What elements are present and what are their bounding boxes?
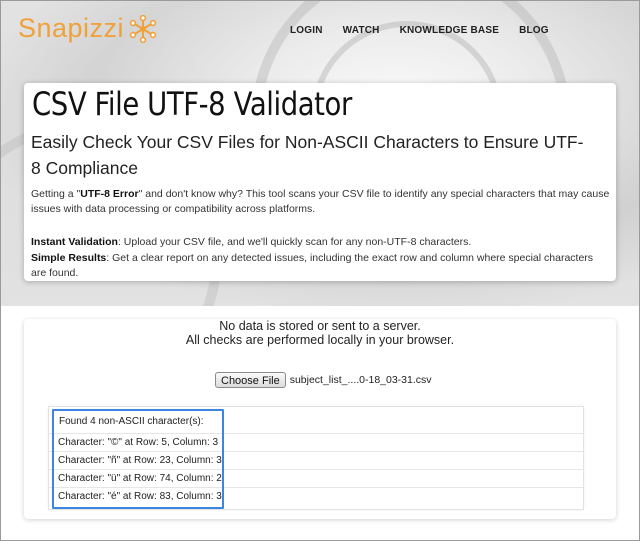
main-nav: LOGIN WATCH KNOWLEDGE BASE BLOG [290, 25, 569, 36]
utf8-error-label: UTF-8 Error [80, 188, 139, 200]
intro-card: CSV File UTF-8 Validator Easily Check Yo… [24, 83, 616, 281]
selected-file-name: subject_list_....0-18_03-31.csv [289, 374, 432, 386]
browser-frame: Snapizzi LOGIN WATCH KNOWLEDGE BASE BLOG… [0, 0, 640, 541]
intro-paragraph: Getting a "UTF-8 Error" and don't know w… [31, 188, 610, 215]
nav-watch[interactable]: WATCH [343, 25, 380, 36]
nav-login[interactable]: LOGIN [290, 25, 323, 36]
molecule-logo-icon [129, 14, 157, 43]
results-panel: Found 4 non-ASCII character(s): Characte… [48, 406, 584, 510]
validator-tool: No data is stored or sent to a server. A… [24, 319, 616, 519]
nav-blog[interactable]: BLOG [519, 25, 549, 36]
privacy-notice: No data is stored or sent to a server. A… [185, 319, 455, 347]
page-subtitle: Easily Check Your CSV Files for Non-ASCI… [31, 132, 584, 178]
choose-file-button[interactable]: Choose File [215, 372, 286, 388]
file-picker: Choose File subject_list_....0-18_03-31.… [215, 372, 432, 388]
hero-background: Snapizzi LOGIN WATCH KNOWLEDGE BASE BLOG… [1, 1, 639, 306]
logo-text: Snapizzi [18, 13, 125, 43]
page-title: CSV File UTF-8 Validator [32, 85, 352, 123]
results-highlight-box [52, 409, 224, 509]
feature-simple-results: Simple Results: Get a clear report on an… [31, 252, 594, 279]
nav-knowledge-base[interactable]: KNOWLEDGE BASE [400, 25, 499, 36]
site-logo[interactable]: Snapizzi [18, 13, 157, 44]
feature-instant-validation: Instant Validation: Upload your CSV file… [31, 236, 472, 248]
